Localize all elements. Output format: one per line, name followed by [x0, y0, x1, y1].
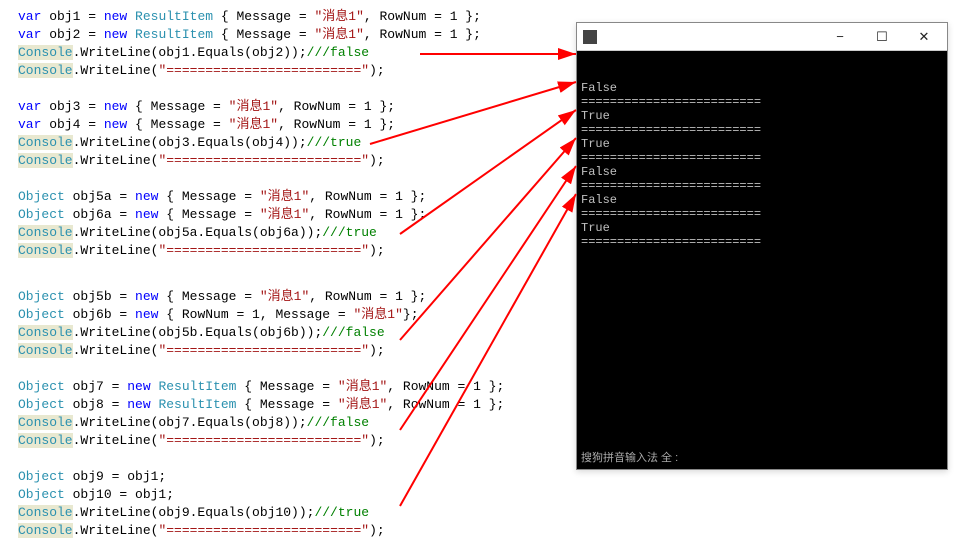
code-block-4: Object obj5b = new { Message = "消息1", Ro…	[18, 288, 578, 360]
code-block-1: var obj1 = new ResultItem { Message = "消…	[18, 8, 578, 80]
code-block-6: Object obj9 = obj1; Object obj10 = obj1;…	[18, 468, 578, 540]
comment-true: ///true	[307, 135, 362, 150]
code-block-2: var obj3 = new { Message = "消息1", RowNum…	[18, 98, 578, 170]
ime-status: 搜狗拼音输入法 全 :	[581, 451, 678, 465]
kw-var: var	[18, 9, 41, 24]
console-icon	[583, 30, 597, 44]
comment-false: ///false	[307, 45, 369, 60]
maximize-button[interactable]: ☐	[861, 24, 903, 50]
code-block-3: Object obj5a = new { Message = "消息1", Ro…	[18, 188, 578, 260]
console-window: − ☐ ✕ False ========================= Tr…	[576, 22, 948, 470]
titlebar[interactable]: − ☐ ✕	[577, 23, 947, 51]
close-button[interactable]: ✕	[903, 24, 945, 50]
console-output[interactable]: False ========================= True ===…	[577, 51, 947, 469]
code-block-5: Object obj7 = new ResultItem { Message =…	[18, 378, 578, 450]
code-editor: var obj1 = new ResultItem { Message = "消…	[18, 8, 578, 558]
console-type: Console	[18, 45, 73, 60]
minimize-button[interactable]: −	[819, 24, 861, 50]
